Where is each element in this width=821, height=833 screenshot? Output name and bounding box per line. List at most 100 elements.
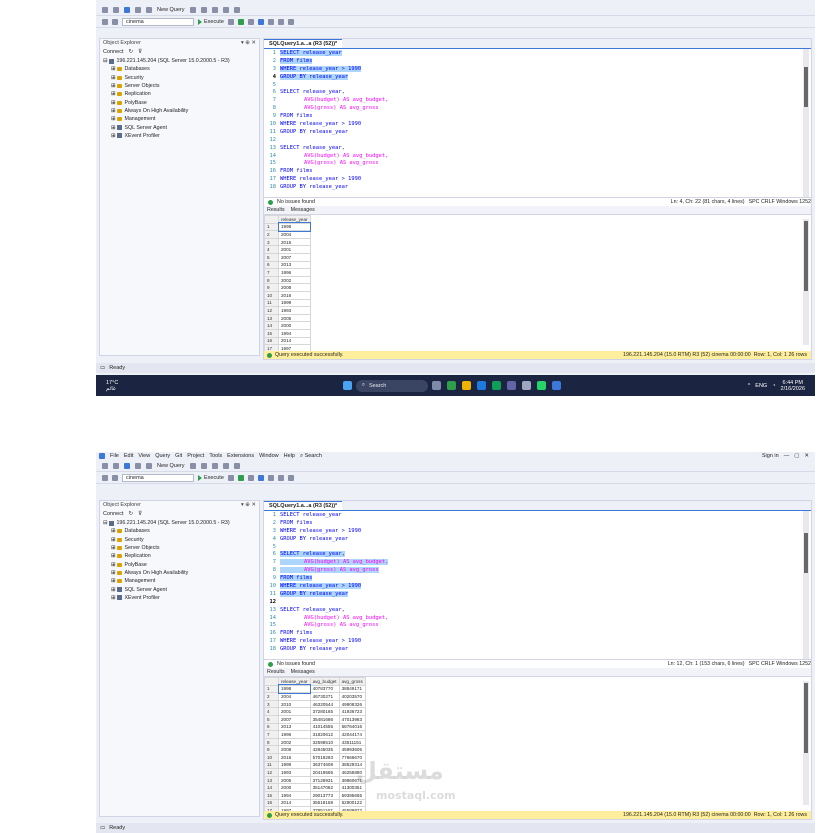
paste-icon[interactable] [233, 6, 240, 13]
uncomment-icon[interactable] [277, 474, 284, 481]
refresh-icon[interactable]: ↻ [129, 49, 134, 55]
grid-cell[interactable]: 2013 [278, 722, 311, 732]
grid-cell[interactable]: 35481686 [309, 714, 340, 724]
table-row[interactable]: 5 2007 [264, 252, 311, 262]
table-row[interactable]: 3 2010 46320544 49908326 [264, 699, 366, 709]
table-row[interactable]: 11 1999 [264, 298, 311, 308]
windows-start-icon[interactable] [342, 381, 352, 390]
grid-cell[interactable]: 41014555 [309, 722, 340, 732]
grid-cell[interactable]: 2016 [278, 290, 311, 300]
grid-cell[interactable]: 29013773 [309, 790, 340, 800]
database-select[interactable]: cinema [122, 473, 194, 482]
row-number[interactable]: 4 [264, 707, 279, 716]
new-file-icon[interactable] [124, 6, 130, 13]
row-number[interactable]: 1 [264, 222, 279, 232]
minimize-icon[interactable]: — [784, 453, 790, 459]
grid-cell[interactable]: 2016 [278, 752, 311, 762]
row-number[interactable]: 2 [264, 692, 279, 701]
row-number[interactable]: 14 [264, 321, 279, 330]
tree-node-replication[interactable]: ⊞ Replication [103, 552, 259, 560]
parse-icon[interactable] [237, 474, 244, 481]
row-number[interactable]: 13 [264, 775, 279, 785]
row-number[interactable]: 16 [264, 336, 279, 346]
tree-node-xevent[interactable]: ⊞ XEvent Profiler [103, 594, 259, 602]
tree-node-databases[interactable]: ⊞ Databases [103, 65, 259, 73]
row-number[interactable]: 9 [264, 745, 279, 754]
grid-cell[interactable]: 2013 [278, 260, 311, 270]
tab-messages[interactable]: Messages [291, 207, 315, 213]
cut-icon[interactable] [211, 462, 218, 469]
app-icon[interactable] [551, 381, 561, 390]
execute-button[interactable]: Execute [198, 18, 224, 25]
table-row[interactable]: 1 1998 40783770 38849171 [264, 684, 366, 694]
grid-cell[interactable]: 2005 [278, 313, 311, 323]
tab-messages[interactable]: Messages [291, 669, 315, 675]
menu-project[interactable]: Project [187, 453, 204, 459]
table-row[interactable]: 13 2005 37126931 39860671 [264, 775, 366, 785]
execute-button[interactable]: Execute [198, 474, 224, 481]
row-number[interactable]: 1 [264, 684, 279, 694]
redo-icon[interactable] [200, 6, 207, 13]
tree-node-databases[interactable]: ⊞ Databases [103, 527, 259, 535]
table-row[interactable]: 9 2008 42845035 45993605 [264, 745, 366, 754]
row-number[interactable]: 15 [264, 790, 279, 800]
tree-node-polybase[interactable]: ⊞ PolyBase [103, 560, 259, 568]
grid-scrollbar[interactable] [803, 681, 809, 805]
column-header[interactable]: avg_gross [338, 677, 366, 686]
tree-node-security[interactable]: ⊞ Security [103, 536, 259, 544]
table-row[interactable]: 16 2014 35518168 62900122 [264, 798, 366, 808]
table-row[interactable]: 9 2008 [264, 283, 311, 292]
grid-cell[interactable]: 1993 [278, 306, 311, 315]
undo-icon[interactable] [189, 6, 196, 13]
grid-scrollbar[interactable] [803, 219, 809, 345]
grid-cell[interactable]: 47013983 [338, 714, 366, 724]
row-number[interactable]: 2 [264, 230, 279, 239]
grid-cell[interactable]: 2000 [278, 783, 311, 792]
grid-cell[interactable]: 2005 [278, 775, 311, 785]
weather-widget[interactable]: 17°C غائم [96, 380, 156, 392]
display-plan-icon[interactable] [247, 18, 254, 25]
row-number[interactable]: 5 [264, 252, 279, 262]
row-number[interactable]: 7 [264, 268, 279, 277]
pin-icon[interactable]: ▾ ⊕ ✕ [241, 40, 256, 46]
table-row[interactable]: 2 2004 [264, 230, 311, 239]
edge-icon[interactable] [476, 381, 486, 390]
grid-cell[interactable]: 1996 [278, 730, 311, 739]
editor-scrollbar[interactable] [803, 49, 809, 197]
row-number[interactable]: 17 [264, 806, 279, 811]
grid-cell[interactable]: 2004 [278, 692, 311, 701]
indent-icon[interactable] [287, 18, 294, 25]
tree-node-management[interactable]: ⊞ Management [103, 577, 259, 585]
new-file-icon[interactable] [124, 462, 130, 469]
collapse-icon[interactable]: ⊟ [103, 58, 107, 64]
database-select[interactable]: cinema [122, 17, 194, 26]
row-number[interactable]: 14 [264, 783, 279, 792]
grid-cell[interactable]: 2004 [278, 230, 311, 239]
row-number[interactable]: 12 [264, 306, 279, 315]
row-number[interactable]: 13 [264, 313, 279, 323]
redo-icon[interactable] [200, 462, 207, 469]
row-number[interactable]: 3 [264, 699, 279, 709]
table-row[interactable]: 2 2004 46730271 40203570 [264, 692, 366, 701]
editor-scrollbar[interactable] [803, 511, 809, 659]
grid-cell[interactable]: 2015 [278, 237, 311, 247]
table-row[interactable]: 11 1999 36374608 38529314 [264, 760, 366, 770]
results-to-grid-icon[interactable] [257, 18, 264, 25]
results-to-grid-icon[interactable] [257, 474, 264, 481]
grid-cell[interactable]: 1993 [278, 768, 311, 777]
grid-cell[interactable]: 2014 [278, 336, 311, 346]
row-number[interactable]: 8 [264, 275, 279, 285]
server-node[interactable]: ⊟ 196.221.145.204 (SQL Server 15.0.2000.5… [103, 57, 259, 65]
column-header[interactable]: avg_budget [309, 677, 340, 686]
taskbar-search[interactable]: ⌕ Search [355, 379, 428, 392]
tree-node-replication[interactable]: ⊞ Replication [103, 90, 259, 98]
wifi-icon[interactable]: ◔ [772, 383, 775, 389]
scroll-thumb[interactable] [804, 67, 808, 107]
grid-cell[interactable]: 43511151 [338, 737, 366, 747]
table-row[interactable]: 8 2002 [264, 275, 311, 285]
change-connection-icon[interactable] [112, 18, 118, 25]
tab-results[interactable]: Results [267, 207, 285, 213]
grid-cell[interactable]: 62900122 [338, 798, 366, 808]
grid-cell[interactable]: 1997 [278, 344, 311, 351]
row-number[interactable]: 3 [264, 237, 279, 247]
